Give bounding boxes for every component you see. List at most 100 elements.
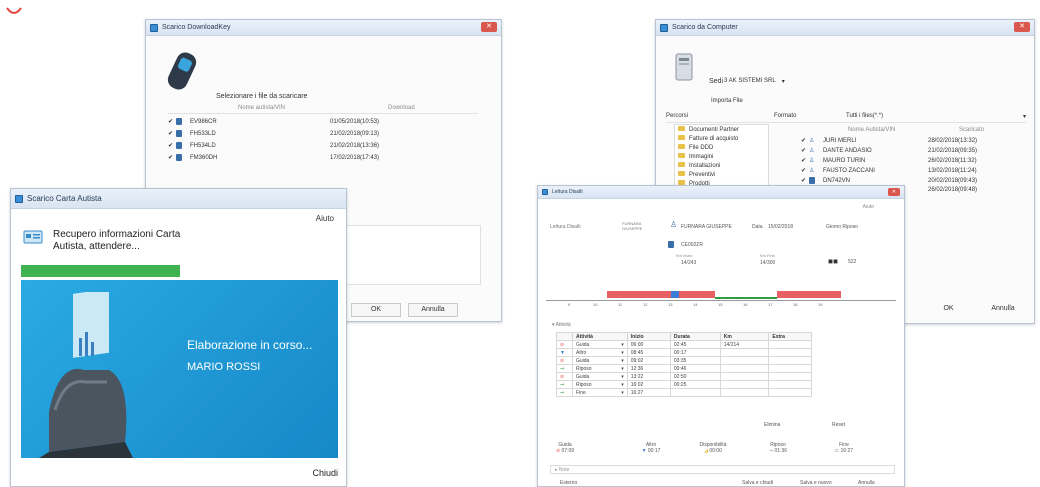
file-date: 28/02/2018(13:32) — [928, 137, 978, 144]
check-icon[interactable]: ✔ — [801, 137, 809, 144]
folder-item[interactable]: Fatture di acquisto — [678, 135, 738, 142]
folder-icon — [678, 153, 685, 158]
chevron-down-icon: ▾ — [1022, 114, 1026, 120]
close-button[interactable]: ✕ — [1014, 22, 1030, 32]
driver-icon: ♙ — [809, 168, 815, 174]
distance-value: 522 — [848, 259, 857, 265]
help-link[interactable]: Aiuto — [863, 204, 874, 210]
date-label: Data — [752, 224, 763, 230]
activity-table: Attività Inizio Durata Km Extra ⊘ Guida … — [556, 332, 812, 397]
check-icon[interactable]: ✔ — [801, 167, 809, 174]
ok-button[interactable]: OK — [351, 303, 401, 317]
notes-box[interactable] — [341, 225, 481, 285]
file-row[interactable]: ✔ ♙ JURI MERLI 28/02/2018(13:32) — [801, 137, 1026, 145]
driver-icon: ♙ — [809, 138, 815, 144]
file-icon — [176, 130, 182, 137]
sedi-select[interactable]: 3 AK SISTEMI SRL ▾ — [724, 78, 785, 85]
chevron-down-icon: ▾ — [621, 381, 624, 388]
activity-bar-guida — [607, 291, 671, 298]
folder-tree[interactable]: Documenti Partner Fatture di acquisto Fi… — [674, 124, 769, 190]
chevron-down-icon: ▾ — [621, 389, 624, 396]
progress-bar — [21, 265, 339, 277]
banner-text: Elaborazione in corso... — [187, 338, 313, 352]
other-work-icon: ▼ — [560, 349, 565, 356]
tick-label: 10 — [593, 302, 598, 307]
tick-label: 9 — [568, 302, 571, 307]
activity-bar-riposo — [715, 297, 777, 299]
folder-item[interactable]: Immagini — [678, 153, 713, 160]
download-key-device-icon — [167, 52, 197, 90]
activity-bar-guida — [777, 291, 841, 298]
ok-button[interactable]: OK — [926, 303, 971, 317]
cancel-button[interactable]: Annulla — [858, 480, 875, 486]
cancel-button[interactable]: Annulla — [978, 303, 1028, 317]
table-header-row: Attività Inizio Durata Km Extra — [556, 332, 812, 341]
reset-button[interactable]: Reset — [832, 422, 845, 428]
check-icon[interactable]: ✔ — [168, 142, 176, 149]
km-from-value: 14/243 — [681, 260, 697, 266]
window-title: Scarico DownloadKey — [162, 24, 231, 31]
col-date: Scaricato — [959, 127, 985, 133]
table-row[interactable]: ⇝ Riposo ▾ 16:02 00:25 — [556, 380, 812, 389]
end-icon: ⊏ — [834, 448, 840, 454]
check-icon[interactable]: ✔ — [801, 177, 809, 184]
cancel-button[interactable]: Annulla — [408, 303, 458, 317]
formato-select[interactable]: Tutti i files(*.*) ▾ — [846, 113, 1026, 120]
title-bar: Lettura Disalti — [538, 186, 904, 199]
table-row[interactable]: ⊘ Guida ▾ 06:00 02:45 14/214 — [556, 340, 812, 349]
date-value: 15/02/2018 — [768, 224, 794, 230]
file-row[interactable]: ✔ ♙ FAUSTO ZACCANI 13/02/2018(11:24) — [801, 167, 1026, 175]
check-icon[interactable]: ✔ — [168, 130, 176, 137]
folder-item[interactable]: Installazioni — [678, 162, 720, 169]
driving-icon: ⊘ — [560, 341, 565, 348]
rest-icon: ⇝ — [560, 389, 565, 396]
file-row[interactable]: ✔ FM360DH 17/02/2018(17:43) — [168, 154, 478, 161]
title-bar: Scarico da Computer — [656, 20, 1034, 36]
help-link[interactable]: Aiuto — [316, 214, 334, 223]
folder-icon — [678, 162, 685, 167]
other-work-icon: ▼ — [641, 448, 647, 454]
file-row[interactable]: ✔ FH533LD 21/02/2018(09:13) — [168, 130, 478, 137]
driver-name-small: FURNARA GIUSEPPE — [622, 221, 643, 231]
file-date: 21/02/2018(13:36) — [330, 142, 380, 149]
file-name: EV986CR — [190, 118, 217, 125]
folder-item[interactable]: Documenti Partner — [678, 126, 739, 133]
driver-name: FURNARA GIUSEPPE — [681, 224, 732, 230]
driving-icon: ⊘ — [555, 448, 561, 454]
tick-label: 14 — [693, 302, 698, 307]
table-row[interactable]: ⇝ Riposo ▾ 12:36 00:46 — [556, 364, 812, 373]
close-button[interactable]: ✕ — [481, 22, 497, 32]
table-row[interactable]: ⇝ Fine ▾ 16:27 — [556, 388, 812, 397]
folder-item[interactable]: Preventivi — [678, 171, 715, 178]
file-date: 01/05/2018(10:53) — [330, 118, 380, 125]
file-row[interactable]: ✔ DN742VN 20/02/2018(09:43) — [801, 177, 1026, 184]
window-title: Scarico Carta Autista — [27, 194, 102, 203]
save-close-button[interactable]: Salva e chiudi — [742, 480, 773, 486]
sedi-value: 3 AK SISTEMI SRL — [724, 78, 776, 84]
check-icon[interactable]: ✔ — [168, 154, 176, 161]
table-row[interactable]: ⊘ Guida ▾ 13:22 02:50 — [556, 372, 812, 381]
driver-card-window: Scarico Carta Autista Aiuto Recupero inf… — [10, 188, 347, 487]
file-row[interactable]: ✔ ♙ DANTE ANDASIO 21/02/2018(09:35) — [801, 147, 1026, 155]
notes-field[interactable]: ▸ Note — [550, 465, 895, 474]
check-icon[interactable]: ✔ — [168, 118, 176, 125]
check-icon[interactable]: ✔ — [801, 147, 809, 154]
folder-item[interactable]: File DDD — [678, 144, 713, 151]
activities-section-header[interactable]: ▾ Attività — [552, 322, 571, 328]
tick-label: 11 — [618, 302, 623, 307]
file-row[interactable]: ✔ EV986CR 01/05/2018(10:53) — [168, 118, 478, 125]
timeline: 9 10 11 12 13 14 15 16 17 18 19 — [546, 289, 896, 313]
col-start: Inizio — [626, 332, 671, 341]
table-row[interactable]: ⊘ Guida ▾ 09:02 03:35 — [556, 356, 812, 365]
close-button[interactable]: Chiudi — [312, 468, 338, 478]
file-row[interactable]: ✔ ♙ MAURO TURIN 26/02/2018(11:32) — [801, 157, 1026, 165]
import-file-label: Importa File — [711, 98, 743, 104]
col-driver-name: Nome Autista/VIN — [848, 127, 896, 133]
save-new-button[interactable]: Salva e nuovo — [800, 480, 832, 486]
table-row[interactable]: ▼ Altro ▾ 08:45 00:17 — [556, 348, 812, 357]
delete-button[interactable]: Elimina — [764, 422, 780, 428]
check-icon[interactable]: ✔ — [801, 157, 809, 164]
close-button[interactable]: ✕ — [888, 188, 900, 196]
file-row[interactable]: ✔ FH534LD 21/02/2018(13:36) — [168, 142, 478, 149]
file-name: DANTE ANDASIO — [823, 147, 872, 154]
